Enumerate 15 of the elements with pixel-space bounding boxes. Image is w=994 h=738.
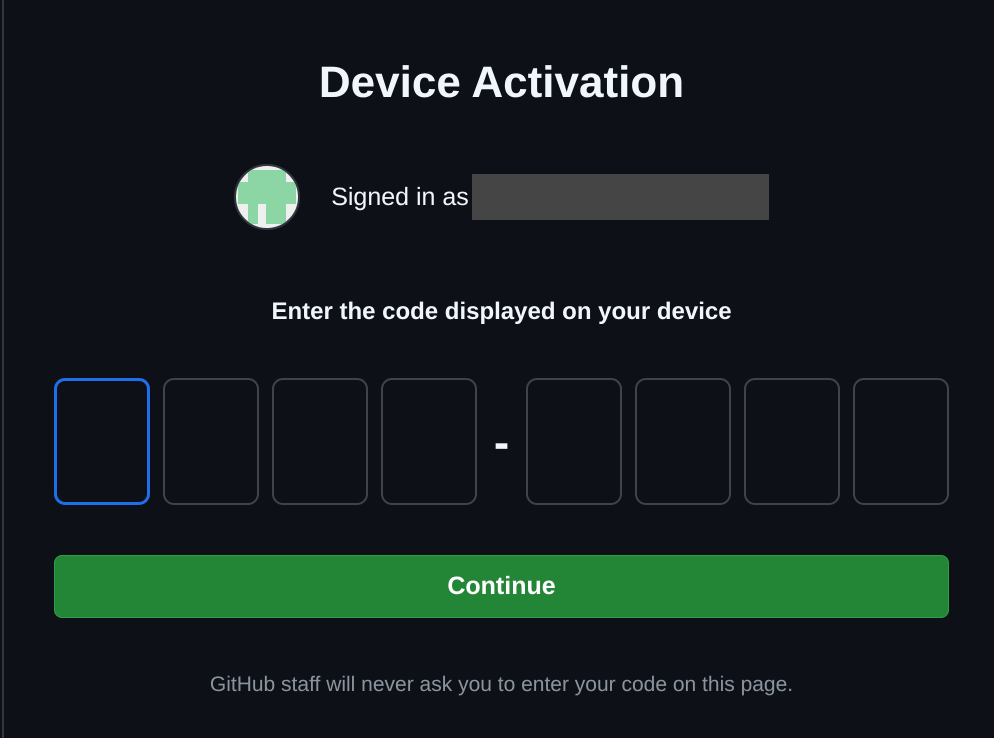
code-digit-field[interactable] [744, 378, 840, 505]
code-digit-field[interactable] [272, 378, 368, 505]
code-digit-field[interactable] [163, 378, 259, 505]
instruction-text: Enter the code displayed on your device [271, 298, 732, 326]
avatar-icon [234, 164, 300, 230]
page-title: Device Activation [318, 57, 684, 109]
code-digit-field[interactable] [54, 378, 150, 505]
code-digit-field[interactable] [635, 378, 731, 505]
continue-button[interactable]: Continue [54, 555, 949, 618]
code-digit-field[interactable] [853, 378, 949, 505]
signed-in-label: Signed in as [331, 182, 469, 212]
code-digit-field[interactable] [526, 378, 622, 505]
footer-note: GitHub staff will never ask you to enter your code on this page. [210, 673, 794, 697]
code-separator: - [492, 414, 510, 468]
code-digit-field[interactable] [381, 378, 477, 505]
